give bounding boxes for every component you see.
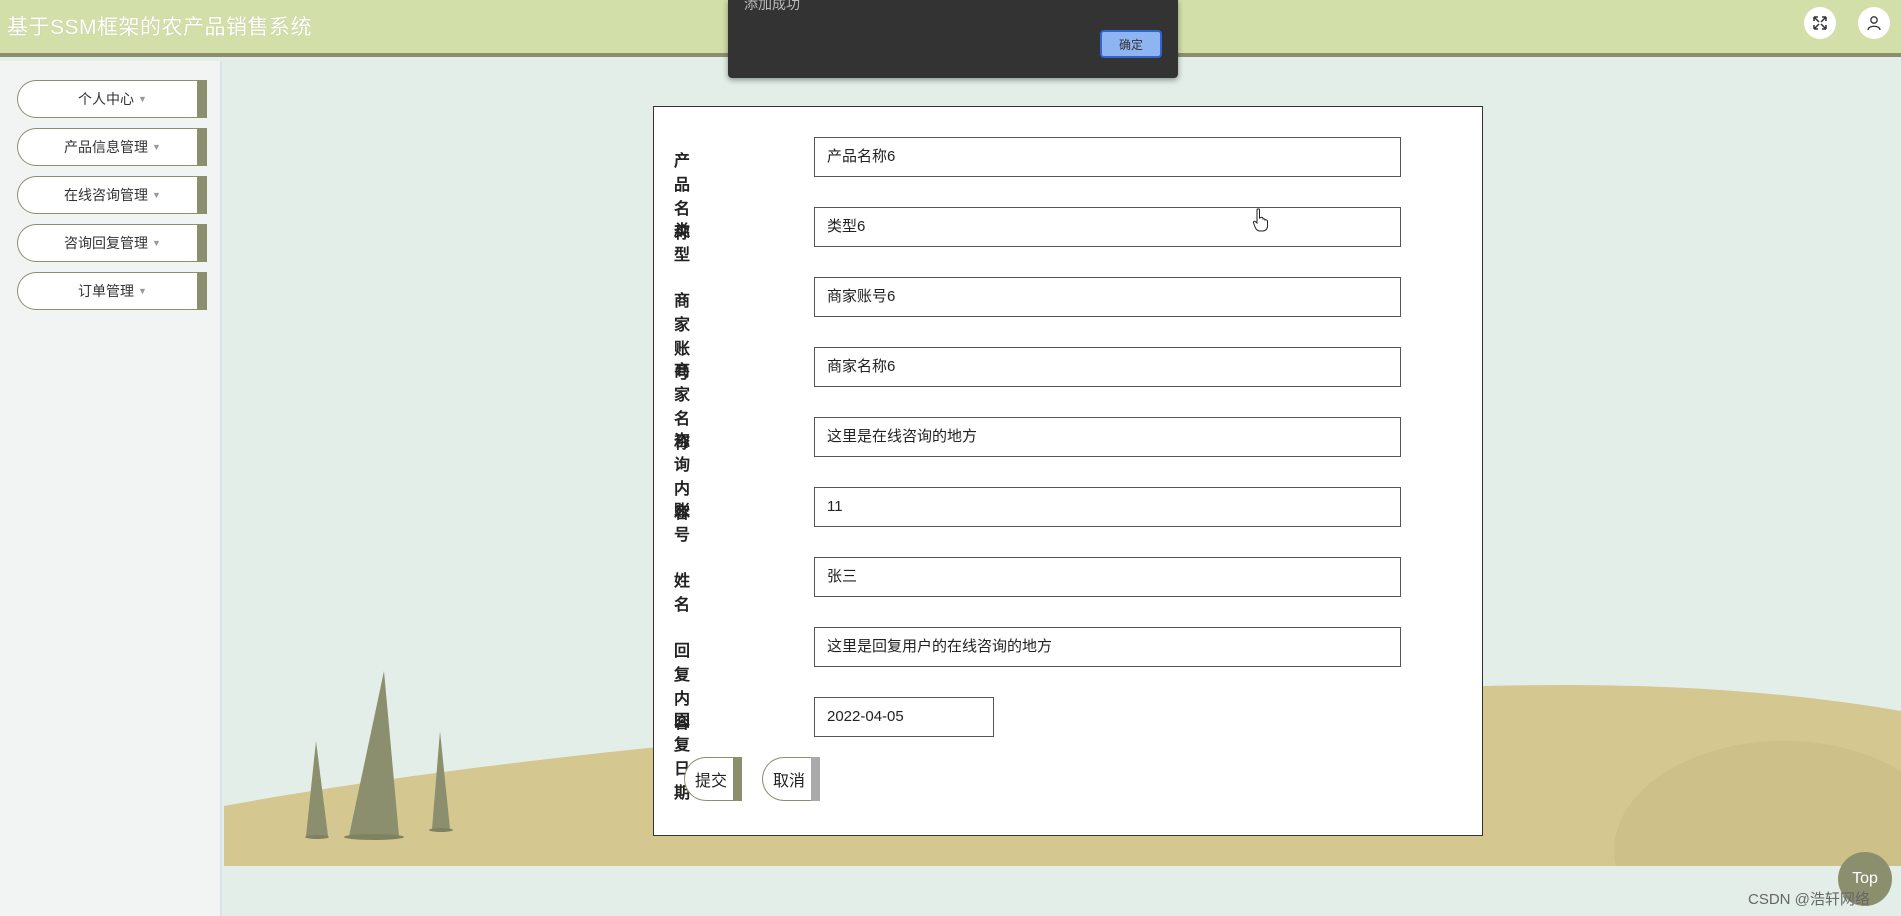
sidebar-item-label: 个人中心 bbox=[78, 91, 135, 107]
sidebar-item-orders[interactable]: 订单管理 ▼ bbox=[17, 272, 207, 310]
sidebar-item-consult-reply[interactable]: 咨询回复管理 ▼ bbox=[17, 224, 207, 262]
alert-ok-button[interactable]: 确定 bbox=[1100, 30, 1162, 58]
type-input[interactable]: 类型6 bbox=[814, 207, 1401, 247]
fullscreen-button[interactable] bbox=[1804, 7, 1836, 39]
sidebar-item-label: 在线咨询管理 bbox=[64, 187, 149, 203]
caret-down-icon: ▼ bbox=[152, 238, 161, 248]
success-alert: 添加成功 确定 bbox=[728, 0, 1178, 78]
field-label: 类型 bbox=[674, 223, 691, 264]
sidebar: 个人中心 ▼ 产品信息管理 ▼ 在线咨询管理 ▼ 咨询回复管理 ▼ 订单管理 ▼ bbox=[0, 61, 222, 916]
caret-down-icon: ▼ bbox=[152, 142, 161, 152]
alert-message: 添加成功 bbox=[744, 0, 800, 12]
merchant-name-input[interactable]: 商家名称6 bbox=[814, 347, 1401, 387]
consult-content-input[interactable]: 这里是在线咨询的地方 bbox=[814, 417, 1401, 457]
sidebar-item-personal-center[interactable]: 个人中心 ▼ bbox=[17, 80, 207, 118]
caret-down-icon: ▼ bbox=[152, 190, 161, 200]
reply-form: 产品名称 产品名称6 类型 类型6 商家账号 商家账号6 商家名称 商家名称6 … bbox=[653, 106, 1483, 836]
sidebar-item-label: 订单管理 bbox=[78, 283, 135, 299]
caret-down-icon: ▼ bbox=[138, 286, 147, 296]
submit-button[interactable]: 提交 bbox=[684, 757, 742, 801]
account-input[interactable]: 11 bbox=[814, 487, 1401, 527]
reply-content-input[interactable]: 这里是回复用户的在线咨询的地方 bbox=[814, 627, 1401, 667]
sidebar-item-product-info[interactable]: 产品信息管理 ▼ bbox=[17, 128, 207, 166]
product-name-input[interactable]: 产品名称6 bbox=[814, 137, 1401, 177]
app-title: 基于SSM框架的农产品销售系统 bbox=[7, 16, 313, 39]
merchant-account-input[interactable]: 商家账号6 bbox=[814, 277, 1401, 317]
sidebar-item-label: 产品信息管理 bbox=[64, 139, 149, 155]
form-actions: 提交 取消 bbox=[684, 757, 884, 801]
user-button[interactable] bbox=[1858, 7, 1890, 39]
fullscreen-icon bbox=[1813, 16, 1827, 30]
hand-cursor-icon bbox=[1252, 208, 1268, 232]
field-label: 账号 bbox=[674, 503, 691, 544]
watermark: CSDN @浩轩网络 bbox=[1748, 891, 1870, 908]
field-label: 姓名 bbox=[674, 573, 691, 614]
user-icon bbox=[1867, 16, 1881, 31]
cancel-button[interactable]: 取消 bbox=[762, 757, 820, 801]
caret-down-icon: ▼ bbox=[138, 94, 147, 104]
name-input[interactable]: 张三 bbox=[814, 557, 1401, 597]
reply-date-input[interactable]: 2022-04-05 bbox=[814, 697, 994, 737]
sidebar-item-online-consult[interactable]: 在线咨询管理 ▼ bbox=[17, 176, 207, 214]
sidebar-item-label: 咨询回复管理 bbox=[64, 235, 149, 251]
